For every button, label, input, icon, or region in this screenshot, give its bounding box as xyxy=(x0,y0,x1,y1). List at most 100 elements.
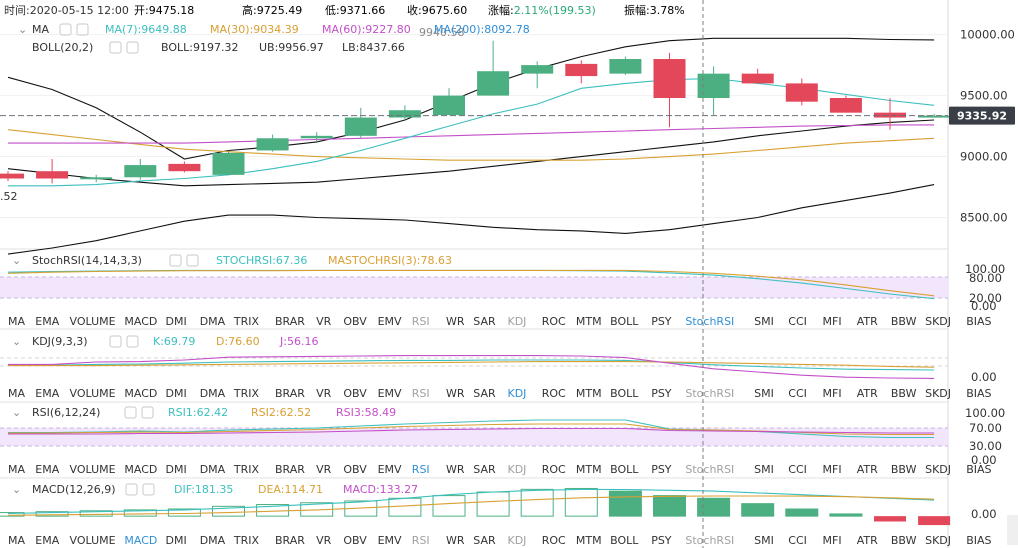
indicator-tab-ma[interactable]: MA xyxy=(8,463,25,476)
indicator-tab-emv[interactable]: EMV xyxy=(378,463,402,476)
indicator-tab-obv[interactable]: OBV xyxy=(343,315,367,328)
indicator-tab-trix[interactable]: TRIX xyxy=(233,387,260,400)
indicator-tab-atr[interactable]: ATR xyxy=(857,534,878,547)
indicator-tab-mtm[interactable]: MTM xyxy=(576,463,602,476)
indicator-tab-ma[interactable]: MA xyxy=(8,534,25,547)
scrollbar[interactable] xyxy=(1007,515,1018,545)
indicator-tab-roc[interactable]: ROC xyxy=(542,387,566,400)
indicator-tab-cci[interactable]: CCI xyxy=(788,387,807,400)
indicator-tab-obv[interactable]: OBV xyxy=(343,463,367,476)
indicator-tab-mfi[interactable]: MFI xyxy=(823,534,842,547)
indicator-tab-sar[interactable]: SAR xyxy=(473,387,496,400)
indicator-tab-smi[interactable]: SMI xyxy=(754,463,774,476)
close-icon[interactable] xyxy=(142,483,155,496)
indicator-tab-cci[interactable]: CCI xyxy=(788,315,807,328)
indicator-tab-dma[interactable]: DMA xyxy=(200,463,226,476)
indicator-tab-psy[interactable]: PSY xyxy=(651,315,672,328)
settings-icon[interactable] xyxy=(124,406,137,419)
indicator-tab-smi[interactable]: SMI xyxy=(754,387,774,400)
settings-icon[interactable] xyxy=(169,254,182,267)
indicator-tab-rsi[interactable]: RSI xyxy=(412,315,430,328)
indicator-tab-stochrsi[interactable]: StochRSI xyxy=(685,463,734,476)
indicator-tab-rsi[interactable]: RSI xyxy=(412,534,430,547)
indicator-tab-atr[interactable]: ATR xyxy=(857,315,878,328)
indicator-tab-roc[interactable]: ROC xyxy=(542,315,566,328)
indicator-tab-atr[interactable]: ATR xyxy=(857,463,878,476)
indicator-tab-bbw[interactable]: BBW xyxy=(891,463,917,476)
settings-icon[interactable] xyxy=(125,483,138,496)
indicator-tab-dmi[interactable]: DMI xyxy=(166,463,187,476)
indicator-tab-cci[interactable]: CCI xyxy=(788,534,807,547)
indicator-tab-bbw[interactable]: BBW xyxy=(891,534,917,547)
indicator-tab-kdj[interactable]: KDJ xyxy=(508,463,527,476)
indicator-tab-mtm[interactable]: MTM xyxy=(576,315,602,328)
indicator-tab-dmi[interactable]: DMI xyxy=(166,315,187,328)
indicator-tab-psy[interactable]: PSY xyxy=(651,387,672,400)
indicator-tab-wr[interactable]: WR xyxy=(446,463,465,476)
indicator-tab-kdj[interactable]: KDJ xyxy=(508,315,527,328)
indicator-tab-skdj[interactable]: SKDJ xyxy=(925,534,951,547)
indicator-tab-ema[interactable]: EMA xyxy=(35,387,59,400)
indicator-tab-bbw[interactable]: BBW xyxy=(891,387,917,400)
indicator-tab-trix[interactable]: TRIX xyxy=(233,463,260,476)
indicator-tab-row[interactable]: MA EMA VOLUME MACD DMI DMA TRIX BRAR VR OBV EMV RSI… xyxy=(8,315,992,328)
indicator-tab-mfi[interactable]: MFI xyxy=(823,387,842,400)
indicator-tab-dmi[interactable]: DMI xyxy=(166,534,187,547)
indicator-tab-boll[interactable]: BOLL xyxy=(610,387,639,400)
indicator-tab-volume[interactable]: VOLUME xyxy=(70,463,116,476)
indicator-tab-emv[interactable]: EMV xyxy=(378,387,402,400)
indicator-tab-ma[interactable]: MA xyxy=(8,387,25,400)
indicator-tab-macd[interactable]: MACD xyxy=(124,534,157,547)
indicator-tab-dmi[interactable]: DMI xyxy=(166,387,187,400)
indicator-tab-vr[interactable]: VR xyxy=(316,534,332,547)
indicator-tab-macd[interactable]: MACD xyxy=(124,463,157,476)
indicator-tab-psy[interactable]: PSY xyxy=(651,534,672,547)
settings-icon[interactable] xyxy=(59,23,72,36)
collapse-icon[interactable]: ⌄ xyxy=(12,406,21,419)
main-price-panel[interactable] xyxy=(0,34,951,255)
indicator-tab-volume[interactable]: VOLUME xyxy=(70,534,116,547)
indicator-tab-stochrsi[interactable]: StochRSI xyxy=(685,315,734,328)
indicator-tab-trix[interactable]: TRIX xyxy=(233,315,260,328)
indicator-tab-brar[interactable]: BRAR xyxy=(275,463,305,476)
indicator-tab-stochrsi[interactable]: StochRSI xyxy=(685,534,734,547)
indicator-tab-wr[interactable]: WR xyxy=(446,534,465,547)
indicator-tab-bbw[interactable]: BBW xyxy=(891,315,917,328)
indicator-tab-bias[interactable]: BIAS xyxy=(966,315,991,328)
indicator-tab-skdj[interactable]: SKDJ xyxy=(925,315,951,328)
indicator-tab-roc[interactable]: ROC xyxy=(542,534,566,547)
close-icon[interactable] xyxy=(76,23,89,36)
indicator-tab-bias[interactable]: BIAS xyxy=(966,534,991,547)
indicator-tab-sar[interactable]: SAR xyxy=(473,463,496,476)
chart-stage[interactable]: 时间:2020-05-15 12:00 开:9475.18 高:9725.49 … xyxy=(0,0,1018,548)
collapse-icon[interactable]: ⌄ xyxy=(12,335,21,348)
indicator-tab-mtm[interactable]: MTM xyxy=(576,387,602,400)
indicator-tab-bias[interactable]: BIAS xyxy=(966,387,991,400)
indicator-tab-brar[interactable]: BRAR xyxy=(275,315,305,328)
indicator-tab-trix[interactable]: TRIX xyxy=(233,534,260,547)
indicator-tab-boll[interactable]: BOLL xyxy=(610,534,639,547)
close-icon[interactable] xyxy=(186,254,199,267)
indicator-tab-macd[interactable]: MACD xyxy=(124,387,157,400)
collapse-icon[interactable]: ⌄ xyxy=(12,254,21,267)
indicator-tab-wr[interactable]: WR xyxy=(446,315,465,328)
indicator-tab-mtm[interactable]: MTM xyxy=(576,534,602,547)
indicator-tab-smi[interactable]: SMI xyxy=(754,534,774,547)
indicator-tab-volume[interactable]: VOLUME xyxy=(70,315,116,328)
indicator-tab-skdj[interactable]: SKDJ xyxy=(925,463,951,476)
indicator-tab-stochrsi[interactable]: StochRSI xyxy=(685,387,734,400)
indicator-tab-roc[interactable]: ROC xyxy=(542,463,566,476)
indicator-tab-dma[interactable]: DMA xyxy=(200,315,226,328)
collapse-icon[interactable]: ⌄ xyxy=(18,23,27,36)
indicator-tab-smi[interactable]: SMI xyxy=(754,315,774,328)
indicator-tab-sar[interactable]: SAR xyxy=(473,315,496,328)
indicator-tab-ema[interactable]: EMA xyxy=(35,315,59,328)
close-icon[interactable] xyxy=(126,41,139,54)
indicator-tab-skdj[interactable]: SKDJ xyxy=(925,387,951,400)
indicator-tab-macd[interactable]: MACD xyxy=(124,315,157,328)
indicator-tab-brar[interactable]: BRAR xyxy=(275,387,305,400)
indicator-tab-boll[interactable]: BOLL xyxy=(610,463,639,476)
indicator-tab-row[interactable]: MA EMA VOLUME MACD DMI DMA TRIX BRAR VR OBV EMV RSI… xyxy=(8,387,992,400)
indicator-tab-dma[interactable]: DMA xyxy=(200,387,226,400)
indicator-tab-vr[interactable]: VR xyxy=(316,463,332,476)
